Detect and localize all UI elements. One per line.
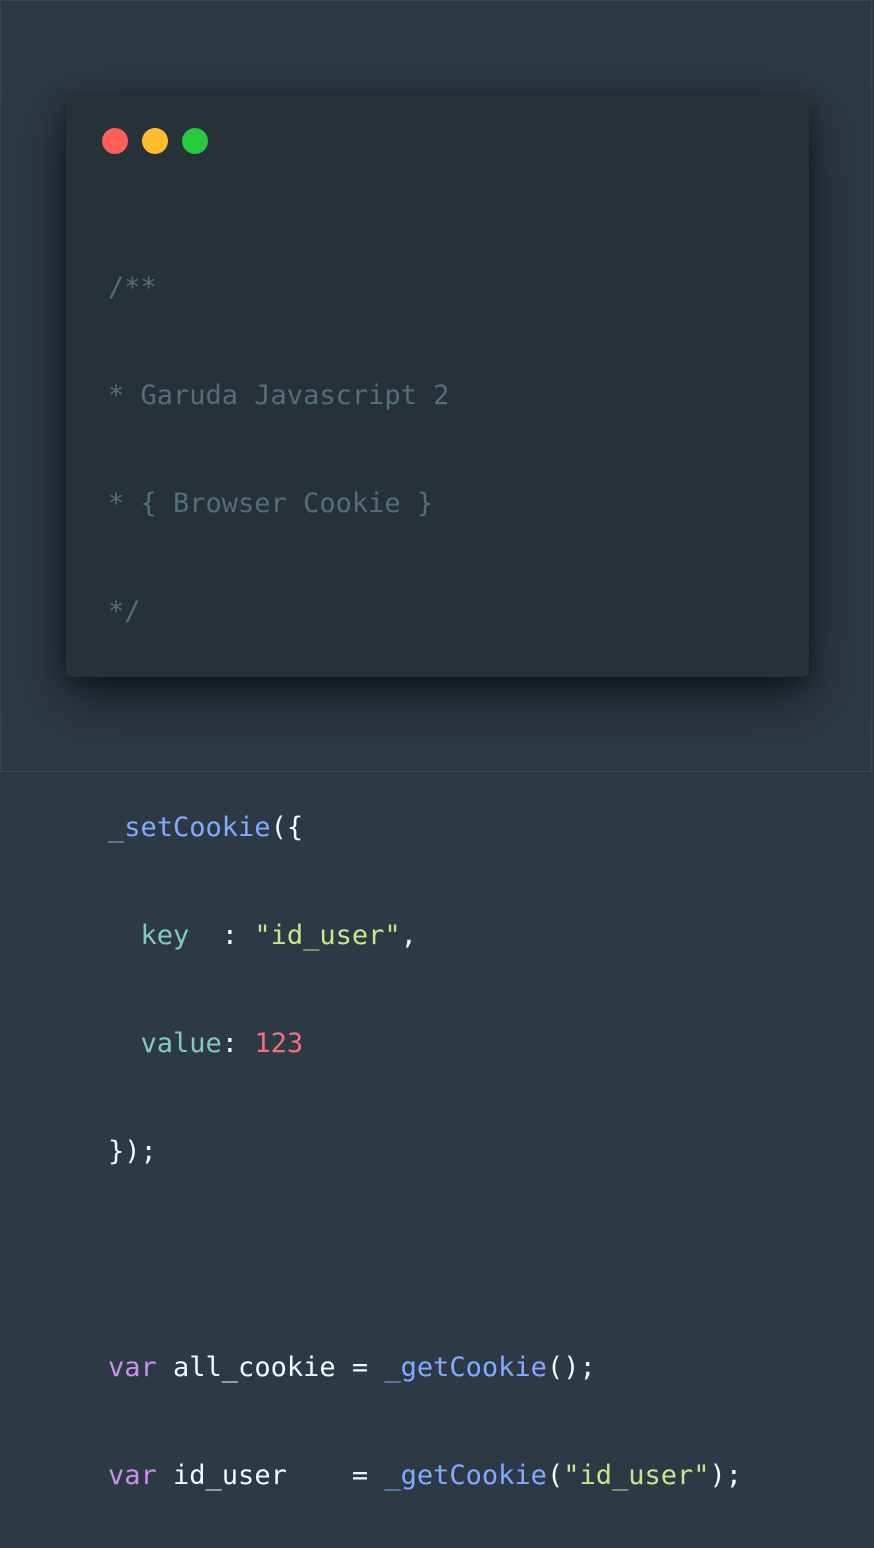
value-number: 123 — [254, 1028, 304, 1059]
maximize-dot-icon[interactable] — [182, 128, 208, 154]
call-close: ); — [709, 1460, 743, 1491]
code-line-3: * { Browser Cookie } — [108, 486, 742, 522]
code-line-blank-1 — [108, 702, 742, 738]
key-property: key — [140, 920, 190, 951]
close-dot-icon[interactable] — [102, 128, 128, 154]
set-cookie-close: }); — [108, 1136, 157, 1167]
call-open-paren: ( — [546, 1460, 564, 1491]
var-keyword: var — [108, 1460, 157, 1491]
call-end: (); — [546, 1352, 596, 1383]
code-line-8: value: 123 — [108, 1026, 742, 1062]
comment-open: /** — [108, 272, 157, 303]
get-cookie-function: _getCookie — [384, 1352, 547, 1383]
key-comma: , — [400, 920, 417, 951]
code-line-1: /** — [108, 270, 742, 306]
assign-operator: = — [351, 1460, 385, 1491]
set-cookie-open: ({ — [270, 812, 304, 843]
set-cookie-function: _setCookie — [108, 812, 271, 843]
code-line-9: }); — [108, 1134, 742, 1170]
comment-subtitle: * { Browser Cookie } — [108, 488, 434, 519]
assign-operator: = — [351, 1352, 385, 1383]
code-line-4: */ — [108, 594, 742, 630]
value-colon: : — [221, 1028, 255, 1059]
call-string-arg: "id_user" — [563, 1460, 710, 1491]
code-window: /** * Garuda Javascript 2 * { Browser Co… — [66, 97, 809, 1491]
comment-close: */ — [108, 596, 141, 627]
id-user-variable: id_user — [156, 1460, 352, 1491]
key-string-value: "id_user" — [254, 920, 401, 951]
window-controls — [102, 128, 208, 154]
code-line-blank-2 — [108, 1242, 742, 1278]
value-property: value — [140, 1028, 222, 1059]
all-cookie-variable: all_cookie — [156, 1352, 352, 1383]
code-line-11: var all_cookie = _getCookie(); — [108, 1350, 742, 1386]
minimize-dot-icon[interactable] — [142, 128, 168, 154]
code-line-2: * Garuda Javascript 2 — [108, 378, 742, 414]
code-line-7: key : "id_user", — [108, 918, 742, 954]
code-line-12: var id_user = _getCookie("id_user"); — [108, 1458, 742, 1494]
key-colon: : — [189, 920, 255, 951]
code-line-6: _setCookie({ — [108, 810, 742, 846]
var-keyword: var — [108, 1352, 157, 1383]
comment-title: * Garuda Javascript 2 — [108, 380, 450, 411]
get-cookie-function: _getCookie — [384, 1460, 547, 1491]
code-block: /** * Garuda Javascript 2 * { Browser Co… — [108, 198, 742, 1548]
